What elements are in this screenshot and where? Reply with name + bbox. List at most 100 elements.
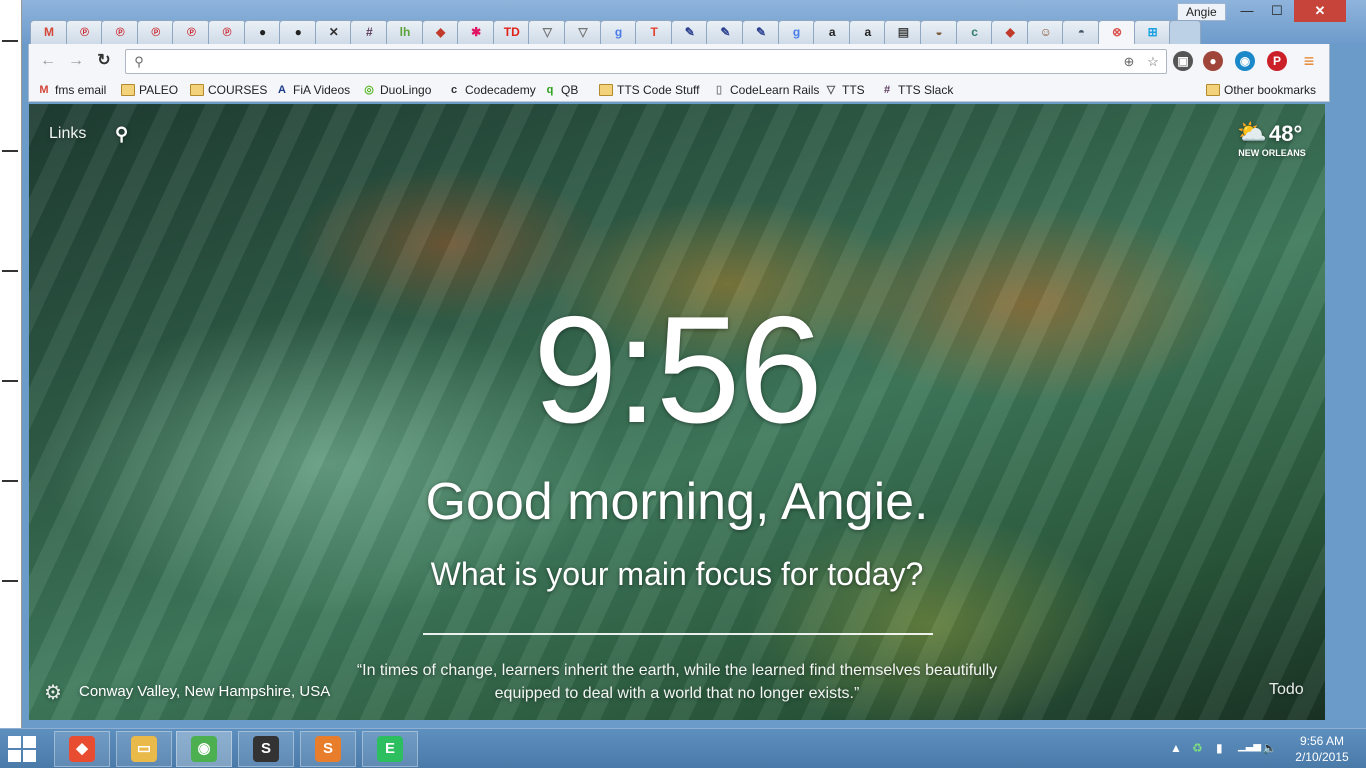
puzzle-extension-icon[interactable]: ▣ — [1173, 51, 1193, 71]
file-explorer-app-icon: ▭ — [131, 736, 157, 762]
system-clock[interactable]: 9:56 AM 2/10/2015 — [1290, 733, 1354, 765]
settings-gear-icon[interactable]: ⚙ — [44, 680, 62, 705]
browser-tab[interactable]: g — [777, 20, 816, 44]
browser-tab[interactable]: a — [848, 20, 887, 44]
focus-question: What is your main focus for today? — [430, 556, 924, 592]
browser-tab[interactable]: ✎ — [706, 20, 745, 44]
evernote-app[interactable]: E — [362, 731, 418, 767]
browser-tab[interactable]: ℗ — [172, 20, 211, 44]
google-icon: g — [792, 25, 801, 39]
browser-tab[interactable]: M — [30, 20, 68, 44]
slack-hash-icon: # — [883, 84, 891, 96]
windows-icon: ⊞ — [1147, 25, 1158, 39]
file-explorer-app[interactable]: ▭ — [116, 731, 172, 767]
temperature[interactable]: 48° — [1269, 121, 1302, 147]
bookmark-item[interactable]: # TTS Slack — [880, 82, 953, 98]
address-bar[interactable]: ⚲ ⊕ ☆ — [125, 49, 1167, 74]
browser-tab[interactable]: ✕ — [314, 20, 353, 44]
browser-tab[interactable]: g — [599, 20, 638, 44]
browser-tab[interactable]: ✱ — [457, 20, 496, 44]
back-button[interactable]: ← — [37, 51, 59, 71]
location-icon[interactable]: ⊕ — [1120, 53, 1138, 71]
bookmark-label: CodeLearn Rails — [730, 83, 820, 97]
bookmark-item[interactable]: COURSES — [190, 82, 267, 98]
browser-tab[interactable]: ⊞ — [1133, 20, 1172, 44]
pen-icon: ✎ — [720, 25, 731, 39]
recycle-icon[interactable]: ♻ — [1192, 741, 1203, 755]
photo-location[interactable]: Conway Valley, New Hampshire, USA — [79, 683, 330, 700]
browser-tab[interactable]: TD — [492, 20, 531, 44]
todo-button[interactable]: Todo — [1269, 681, 1304, 699]
amazon-icon: a — [828, 25, 836, 39]
browser-tab[interactable]: a — [813, 20, 852, 44]
other-bookmarks[interactable]: Other bookmarks — [1206, 82, 1316, 98]
browser-tab[interactable]: ● — [243, 20, 282, 44]
menu-icon[interactable]: ≡ — [1299, 51, 1319, 71]
search-icon[interactable]: ⚲ — [115, 124, 128, 145]
browser-tab[interactable]: ● — [279, 20, 318, 44]
git-app[interactable]: ◆ — [54, 731, 110, 767]
show-hidden-icons-icon[interactable]: ▲ — [1170, 741, 1182, 755]
browser-tab[interactable]: ℗ — [208, 20, 246, 44]
browser-tab[interactable]: ✎ — [670, 20, 709, 44]
sublime-text-app[interactable]: S — [300, 731, 356, 767]
links-button[interactable]: Links — [49, 125, 86, 143]
bookmark-item[interactable]: c Codecademy — [447, 82, 536, 98]
profile-badge[interactable]: Angie — [1177, 3, 1226, 21]
weather-icon: ⛅ — [1237, 119, 1267, 146]
gmail-icon: M — [39, 84, 49, 96]
browser-tab[interactable]: # — [350, 20, 389, 44]
circle-extension-icon[interactable]: ◉ — [1235, 51, 1255, 71]
browser-tab[interactable]: ☺ — [1026, 20, 1065, 44]
bookmark-item[interactable]: q QB — [543, 82, 579, 98]
forward-button[interactable]: → — [65, 51, 87, 71]
sublime-app[interactable]: S — [238, 731, 294, 767]
browser-tab[interactable]: ℗ — [65, 20, 104, 44]
browser-tab[interactable]: ⊗ — [1098, 20, 1136, 44]
volume-icon[interactable]: 🔈 — [1262, 741, 1277, 755]
browser-tab[interactable]: ▽ — [528, 20, 567, 44]
browser-tab[interactable]: ◓ — [1062, 20, 1101, 44]
github-icon: ● — [258, 25, 267, 39]
url-input[interactable] — [152, 52, 1112, 71]
bookmark-item[interactable]: A FiA Videos — [275, 82, 350, 98]
maximize-button[interactable]: ☐ — [1262, 0, 1292, 22]
browser-tab[interactable]: ▽ — [564, 20, 602, 44]
bookmark-label: PALEO — [139, 83, 179, 97]
start-button[interactable] — [8, 736, 38, 762]
reload-button[interactable]: ↻ — [93, 51, 115, 71]
browser-tab[interactable]: ℗ — [101, 20, 140, 44]
tools-icon: ✕ — [328, 25, 339, 39]
browser-tab[interactable]: ✎ — [742, 20, 780, 44]
bookmark-item[interactable]: TTS Code Stuff — [599, 82, 699, 98]
focus-input[interactable] — [423, 602, 933, 632]
bookmark-label: TTS — [842, 83, 865, 97]
browser-tab[interactable]: T — [635, 20, 674, 44]
minimize-button[interactable]: — — [1232, 0, 1262, 22]
browser-tab[interactable]: ◒ — [920, 20, 958, 44]
bookmark-item[interactable]: ◎ DuoLingo — [362, 82, 431, 98]
triangle-icon: ▽ — [542, 25, 552, 39]
bookmark-star-icon[interactable]: ☆ — [1144, 53, 1162, 71]
close-window-button[interactable]: ✕ — [1294, 0, 1346, 22]
browser-tab[interactable]: lh — [386, 20, 424, 44]
bookmark-item[interactable]: ▯ CodeLearn Rails — [712, 82, 819, 98]
browser-tab[interactable]: c — [955, 20, 994, 44]
slack-icon: ✱ — [471, 25, 482, 39]
bookmark-item[interactable]: PALEO — [121, 82, 178, 98]
browser-tab[interactable]: ℗ — [136, 20, 175, 44]
new-tab-button[interactable] — [1169, 20, 1202, 44]
browser-tab[interactable]: ◆ — [991, 20, 1030, 44]
browser-tab[interactable]: ◆ — [421, 20, 460, 44]
tomato-extension-icon[interactable]: ● — [1203, 51, 1223, 71]
browser-tab[interactable]: ▤ — [884, 20, 923, 44]
sublime-app-icon: S — [253, 736, 279, 762]
bookmark-item[interactable]: Mfms email — [37, 82, 106, 98]
focus-underline — [423, 633, 933, 635]
pinterest-extension-icon[interactable]: P — [1267, 51, 1287, 71]
wifi-signal-icon[interactable]: ▁▃▅ — [1238, 741, 1261, 752]
folder-icon — [190, 84, 204, 96]
bookmark-item[interactable]: ▽ TTS — [824, 82, 865, 98]
chrome-app[interactable]: ◉ — [176, 731, 232, 767]
network-adapter-icon[interactable]: ▮ — [1216, 741, 1223, 755]
